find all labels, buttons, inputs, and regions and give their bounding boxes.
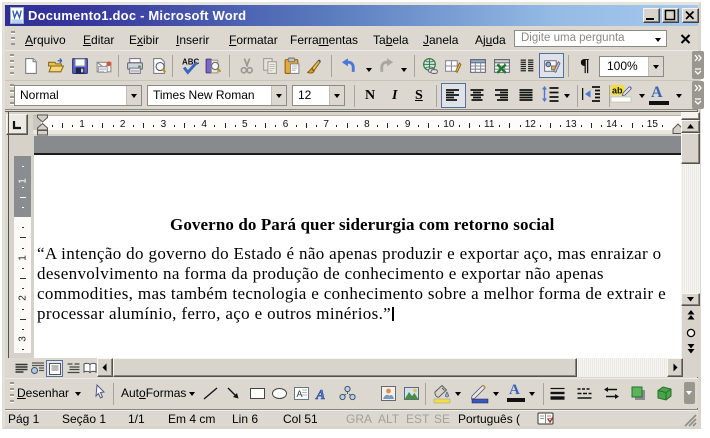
svg-text:ABC: ABC	[182, 57, 199, 66]
svg-text:A: A	[297, 389, 303, 399]
svg-text:A: A	[315, 388, 325, 402]
svg-text:ab: ab	[612, 86, 623, 96]
